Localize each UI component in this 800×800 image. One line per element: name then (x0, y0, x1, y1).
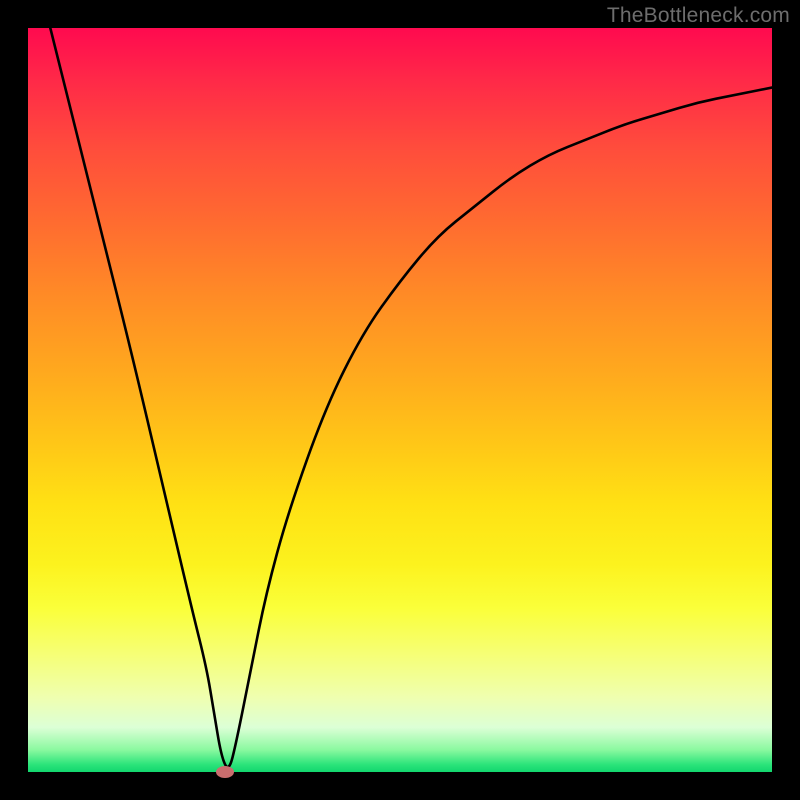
watermark-label: TheBottleneck.com (607, 4, 790, 28)
curve-svg (28, 28, 772, 772)
bottleneck-curve (50, 28, 772, 767)
chart-frame: TheBottleneck.com (0, 0, 800, 800)
plot-area (28, 28, 772, 772)
optimal-point-marker (216, 766, 234, 778)
